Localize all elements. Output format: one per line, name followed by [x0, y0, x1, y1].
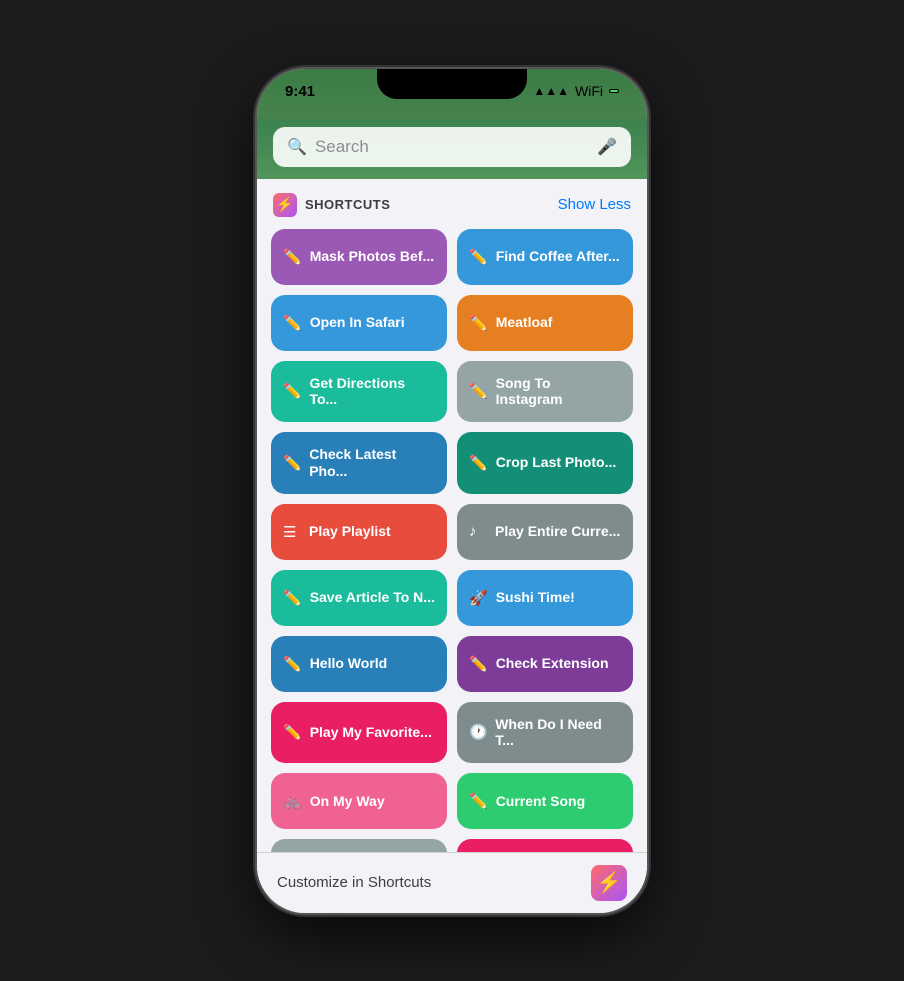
shortcut-button[interactable]: ✏️ Check Latest Pho...: [271, 432, 447, 494]
footer: Customize in Shortcuts ⚡: [257, 852, 647, 913]
shortcut-label: On My Way: [310, 793, 385, 810]
shortcut-button[interactable]: ✏️ Get Directions To...: [271, 361, 447, 423]
shortcut-icon: ♪: [469, 523, 487, 540]
shortcut-button[interactable]: ✏️ Song To Instagram: [457, 361, 633, 423]
shortcut-button[interactable]: ✏️ Play My Favorite...: [271, 702, 447, 764]
shortcuts-grid: ✏️ Mask Photos Bef... ✏️ Find Coffee After.…: [257, 225, 647, 913]
signal-icon: ▲▲▲: [533, 84, 569, 98]
shortcut-icon: ✏️: [283, 723, 302, 741]
notch: [377, 69, 527, 99]
footer-label: Customize in Shortcuts: [277, 874, 431, 891]
shortcut-button[interactable]: ✏️ Check Extension: [457, 636, 633, 692]
shortcut-icon: ☰: [283, 523, 301, 541]
shortcut-button[interactable]: ✏️ Current Song: [457, 773, 633, 829]
shortcut-button[interactable]: ✏️ Meatloaf: [457, 295, 633, 351]
shortcut-icon: ✏️: [283, 314, 302, 332]
section-label: SHORTCUTS: [305, 197, 390, 212]
shortcut-icon: 🕐: [469, 723, 487, 741]
shortcut-label: Crop Last Photo...: [496, 454, 617, 471]
search-bar[interactable]: 🔍 Search 🎤: [273, 127, 631, 167]
shortcut-icon: ✏️: [283, 382, 301, 400]
shortcut-label: Sushi Time!: [496, 589, 575, 606]
shortcut-label: Current Song: [496, 793, 585, 810]
shortcut-icon: ✏️: [469, 248, 488, 266]
shortcuts-icon: ⚡: [273, 193, 297, 217]
shortcut-label: Get Directions To...: [309, 375, 435, 409]
shortcut-icon: ✏️: [283, 589, 302, 607]
shortcut-button[interactable]: ♪ Play Entire Curre...: [457, 504, 633, 560]
shortcut-button[interactable]: ✏️ Hello World: [271, 636, 447, 692]
shortcut-button[interactable]: ✏️ Crop Last Photo...: [457, 432, 633, 494]
shortcut-icon: ✏️: [469, 655, 488, 673]
wifi-icon: WiFi: [575, 83, 603, 99]
shortcut-label: Check Latest Pho...: [309, 446, 435, 480]
shortcut-icon: ✏️: [283, 454, 301, 472]
shortcut-label: Find Coffee After...: [496, 248, 620, 265]
shortcut-button[interactable]: ✏️ Find Coffee After...: [457, 229, 633, 285]
shortcut-label: Meatloaf: [496, 314, 553, 331]
shortcut-label: Play Entire Curre...: [495, 523, 620, 540]
screen: 9:41 ▲▲▲ WiFi 🔍 Search 🎤 ⚡ SHORTCUTS: [257, 69, 647, 913]
shortcut-button[interactable]: ☰ Play Playlist: [271, 504, 447, 560]
shortcut-button[interactable]: ✏️ Mask Photos Bef...: [271, 229, 447, 285]
shortcut-icon: 🚲: [283, 792, 302, 810]
search-icon: 🔍: [287, 137, 307, 157]
shortcut-button[interactable]: 🚀 Sushi Time!: [457, 570, 633, 626]
main-content: ⚡ SHORTCUTS Show Less ✏️ Mask Photos Bef.…: [257, 179, 647, 913]
shortcut-icon: ✏️: [469, 314, 488, 332]
shortcut-label: Open In Safari: [310, 314, 405, 331]
shortcut-label: Save Article To N...: [310, 589, 435, 606]
shortcut-button[interactable]: 🚲 On My Way: [271, 773, 447, 829]
shortcut-label: Play My Favorite...: [310, 724, 432, 741]
shortcut-label: Check Extension: [496, 655, 609, 672]
shortcut-icon: ✏️: [283, 655, 302, 673]
shortcut-icon: ✏️: [469, 382, 488, 400]
shortcuts-app-icon[interactable]: ⚡: [591, 865, 627, 901]
search-bar-container: 🔍 Search 🎤: [257, 119, 647, 179]
search-placeholder: Search: [315, 137, 589, 157]
shortcut-label: Mask Photos Bef...: [310, 248, 434, 265]
shortcut-icon: ✏️: [469, 454, 488, 472]
section-title-row: ⚡ SHORTCUTS: [273, 193, 390, 217]
shortcut-label: When Do I Need T...: [495, 716, 621, 750]
battery-icon: [609, 89, 619, 93]
section-header: ⚡ SHORTCUTS Show Less: [257, 179, 647, 225]
shortcut-button[interactable]: ✏️ Open In Safari: [271, 295, 447, 351]
shortcut-label: Hello World: [310, 655, 388, 672]
shortcut-icon: ✏️: [283, 248, 302, 266]
mic-icon[interactable]: 🎤: [597, 137, 617, 157]
phone-frame: 9:41 ▲▲▲ WiFi 🔍 Search 🎤 ⚡ SHORTCUTS: [257, 69, 647, 913]
shortcut-button[interactable]: 🕐 When Do I Need T...: [457, 702, 633, 764]
shortcut-icon: 🚀: [469, 589, 488, 607]
show-less-button[interactable]: Show Less: [558, 196, 631, 213]
shortcut-label: Song To Instagram: [496, 375, 621, 409]
shortcut-icon: ✏️: [469, 792, 488, 810]
status-icons: ▲▲▲ WiFi: [533, 83, 619, 99]
shortcut-label: Play Playlist: [309, 523, 391, 540]
status-time: 9:41: [285, 83, 315, 100]
shortcut-button[interactable]: ✏️ Save Article To N...: [271, 570, 447, 626]
